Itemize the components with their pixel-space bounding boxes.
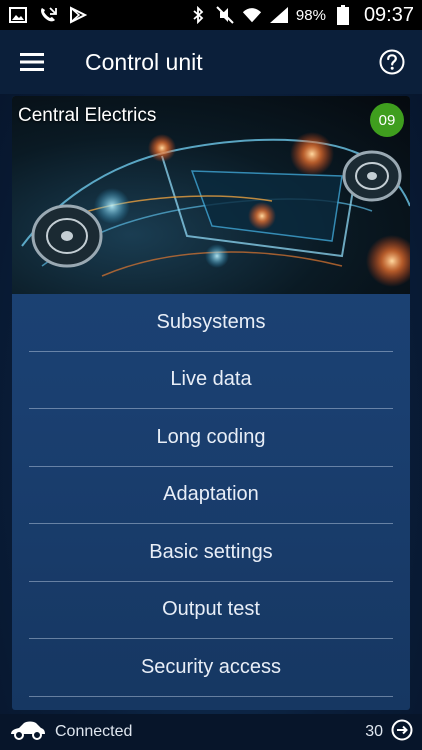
menu-item-basic-settings[interactable]: Basic settings <box>29 524 393 582</box>
menu-item-subsystems[interactable]: Subsystems <box>29 294 393 352</box>
menu-item-live-data[interactable]: Live data <box>29 352 393 409</box>
app-bar: Control unit <box>0 30 422 94</box>
connection-status: Connected <box>55 723 133 740</box>
battery-icon <box>333 5 353 25</box>
car-icon <box>9 720 47 745</box>
control-unit-name: Central Electrics <box>18 105 157 126</box>
menu-item-output-test[interactable]: Output test <box>29 582 393 639</box>
menu-item-long-coding[interactable]: Long coding <box>29 409 393 467</box>
status-bar: 98% 09:37 <box>0 0 422 30</box>
app-root: 98% 09:37 Control unit Central Electrics… <box>0 0 422 750</box>
control-unit-card: Central Electrics 09 Subsystems Live dat… <box>12 96 410 710</box>
play-store-icon <box>68 5 88 25</box>
help-icon[interactable] <box>362 30 422 94</box>
menu-item-security-access[interactable]: Security access <box>29 639 393 697</box>
control-unit-address-badge: 09 <box>370 103 404 137</box>
car-image: Central Electrics 09 <box>12 96 410 294</box>
battery-percent: 98% <box>295 6 326 24</box>
rear-wheel <box>342 150 402 202</box>
missed-call-icon <box>38 5 58 25</box>
menu-item-adaptation[interactable]: Adaptation <box>29 467 393 524</box>
clock: 09:37 <box>363 3 414 26</box>
bluetooth-icon <box>188 5 208 25</box>
function-menu: Subsystems Live data Long coding Adaptat… <box>12 294 410 697</box>
exit-icon[interactable] <box>391 719 413 746</box>
gallery-icon <box>8 5 28 25</box>
front-wheel <box>31 204 103 268</box>
wifi-icon <box>242 5 262 25</box>
hamburger-icon[interactable] <box>0 30 64 94</box>
page-title: Control unit <box>85 48 203 75</box>
mute-icon <box>215 5 235 25</box>
signal-icon <box>269 5 289 25</box>
connection-bar: Connected 30 <box>0 714 422 750</box>
counter-value: 30 <box>365 723 383 740</box>
